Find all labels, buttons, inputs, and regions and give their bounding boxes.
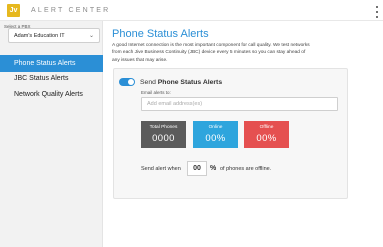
offline-stat: Offline 00% [244,121,289,148]
sidebar-item-network-quality-alerts[interactable]: Network Quality Alerts [0,86,103,103]
page-title: Phone Status Alerts [112,28,209,40]
email-input[interactable] [141,97,338,111]
total-phones-label: Total Phones [149,125,178,130]
send-alerts-label: Send Phone Status Alerts [140,79,222,86]
send-alerts-toggle[interactable] [119,78,135,86]
page-description: A good Internet connection is the most i… [112,43,310,63]
toggle-knob [128,79,134,85]
jive-logo-icon: Jv [7,4,20,17]
send-alert-type: Phone Status Alerts [157,79,223,86]
threshold-unit: % [210,165,217,172]
top-bar: Jv ALERT CENTER [0,0,383,21]
online-value: 00% [205,133,226,144]
sidebar: Select a PBX Adam's Education IT ⌄ Phone… [0,21,103,247]
app-title: ALERT CENTER [31,7,111,14]
sidebar-item-jbc-status-alerts[interactable]: JBC Status Alerts [0,70,103,87]
alert-settings-card: Send Phone Status Alerts Email alerts to… [113,68,348,199]
offline-label: Offline [259,125,274,130]
pbx-select-value: Adam's Education IT [14,33,65,39]
threshold-suffix: of phones are offline. [220,166,272,172]
email-alerts-label: Email alerts to: [141,90,171,95]
alert-center-app: Jv ALERT CENTER Select a PBX Adam's Educ… [0,0,383,247]
threshold-prefix: Send alert when [141,166,181,172]
total-phones-value: 0000 [152,133,175,144]
send-prefix: Send [140,79,156,86]
online-label: Online [208,125,223,130]
total-phones-stat: Total Phones 0000 [141,121,186,148]
main-content: Phone Status Alerts A good Internet conn… [104,21,383,247]
more-options-icon[interactable] [375,6,379,18]
offline-value: 00% [256,133,277,144]
threshold-input[interactable] [187,161,207,176]
online-stat: Online 00% [193,121,238,148]
pbx-select[interactable]: Adam's Education IT ⌄ [8,28,100,43]
chevron-down-icon: ⌄ [88,33,94,39]
